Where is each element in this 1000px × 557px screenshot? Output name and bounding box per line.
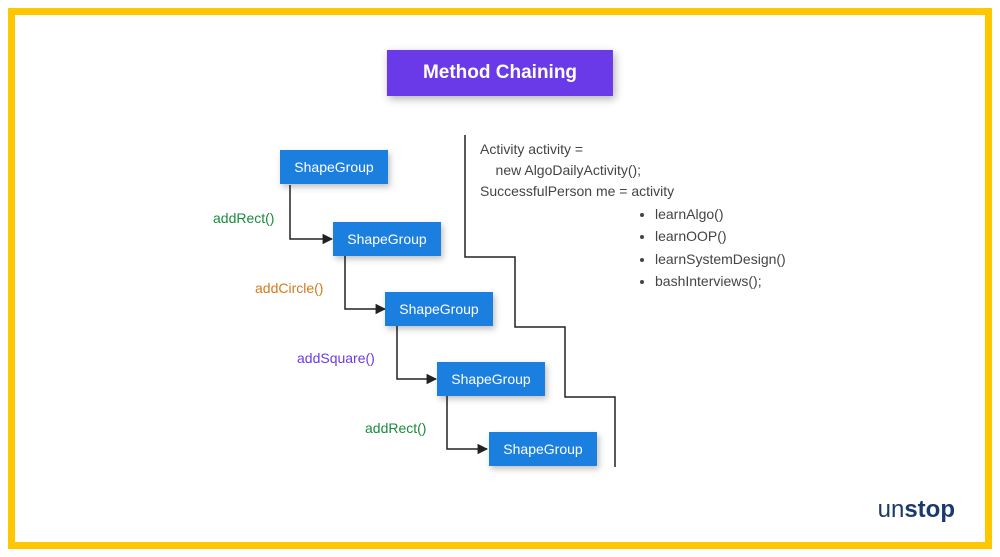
method-chain-list: learnAlgo() learnOOP() learnSystemDesign… <box>637 203 786 293</box>
code-line-3: SuccessfulPerson me = activity <box>480 181 674 202</box>
shape-label: ShapeGroup <box>503 441 582 457</box>
bullet-item: learnSystemDesign() <box>655 248 786 270</box>
diagram-frame: Method Chaining ShapeGroup ShapeGroup Sh… <box>8 8 992 549</box>
method-text: addRect() <box>213 210 274 226</box>
bullet-item: learnOOP() <box>655 225 786 247</box>
title-text: Method Chaining <box>423 62 577 83</box>
logo-stop: stop <box>904 496 955 523</box>
method-addsquare: addSquare() <box>297 350 375 366</box>
bullet-item: learnAlgo() <box>655 203 786 225</box>
code-snippet: Activity activity = new AlgoDailyActivit… <box>480 139 674 202</box>
shape-label: ShapeGroup <box>451 371 530 387</box>
method-addcircle: addCircle() <box>255 280 323 296</box>
method-addrect-2: addRect() <box>365 420 426 436</box>
shape-group-1: ShapeGroup <box>280 150 388 184</box>
title-box: Method Chaining <box>387 50 613 96</box>
method-text: addCircle() <box>255 280 323 296</box>
logo-un: un <box>878 496 905 523</box>
shape-label: ShapeGroup <box>294 159 373 175</box>
shape-group-2: ShapeGroup <box>333 222 441 256</box>
method-text: addSquare() <box>297 350 375 366</box>
shape-group-4: ShapeGroup <box>437 362 545 396</box>
shape-label: ShapeGroup <box>347 231 426 247</box>
shape-group-5: ShapeGroup <box>489 432 597 466</box>
bullet-item: bashInterviews(); <box>655 270 786 292</box>
unstop-logo: unstop <box>878 496 955 524</box>
code-line-2: new AlgoDailyActivity(); <box>480 160 674 181</box>
method-text: addRect() <box>365 420 426 436</box>
shape-label: ShapeGroup <box>399 301 478 317</box>
method-addrect-1: addRect() <box>213 210 274 226</box>
code-line-1: Activity activity = <box>480 139 674 160</box>
shape-group-3: ShapeGroup <box>385 292 493 326</box>
